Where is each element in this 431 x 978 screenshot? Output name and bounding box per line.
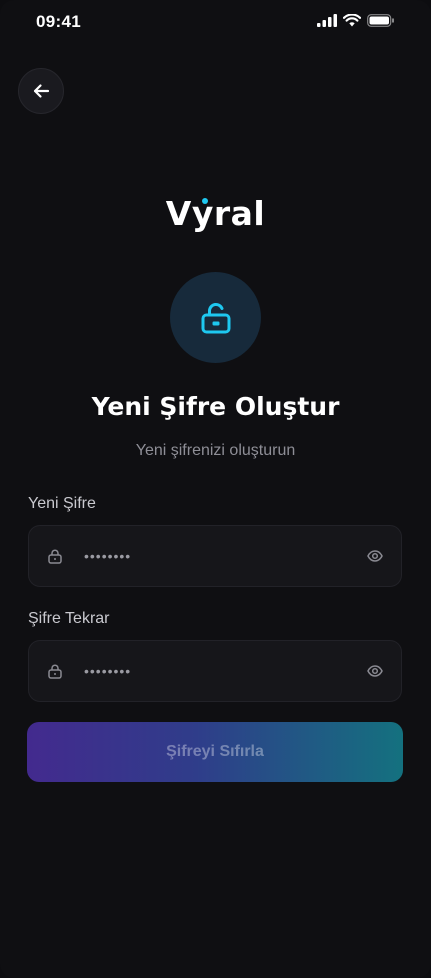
confirm-password-field[interactable]: •••••••• xyxy=(28,640,402,702)
battery-icon xyxy=(367,14,394,27)
confirm-password-value: •••••••• xyxy=(84,663,132,679)
reset-password-button[interactable]: Şifreyi Sıfırla xyxy=(27,722,403,782)
new-password-label: Yeni Şifre xyxy=(28,495,96,512)
status-time: 09:41 xyxy=(36,12,81,31)
eye-icon[interactable] xyxy=(367,663,383,679)
arrow-left-icon xyxy=(33,84,50,98)
confirm-password-label: Şifre Tekrar xyxy=(28,610,110,627)
page-title: Yeni Şifre Oluştur xyxy=(91,392,340,421)
signal-icon xyxy=(317,14,337,27)
new-password-field[interactable]: •••••••• xyxy=(28,525,402,587)
page-subtitle: Yeni şifrenizi oluşturun xyxy=(135,442,296,459)
reset-password-screen: 09:41 Vyral Yeni Şifre Oluştur Yeni şifr… xyxy=(0,0,431,978)
lock-icon xyxy=(48,549,62,564)
lock-icon xyxy=(48,664,62,679)
brand-logo: Vyral xyxy=(0,194,431,233)
lock-open-icon xyxy=(201,302,230,333)
logo-wordmark: Vyral xyxy=(165,194,266,233)
lock-illustration xyxy=(170,272,261,363)
status-icons xyxy=(317,14,395,27)
status-bar: 09:41 xyxy=(0,0,431,46)
back-button[interactable] xyxy=(18,68,64,114)
eye-icon[interactable] xyxy=(367,548,383,564)
logo-accent-dot xyxy=(202,198,208,204)
wifi-icon xyxy=(343,14,361,27)
new-password-value: •••••••• xyxy=(84,548,132,564)
